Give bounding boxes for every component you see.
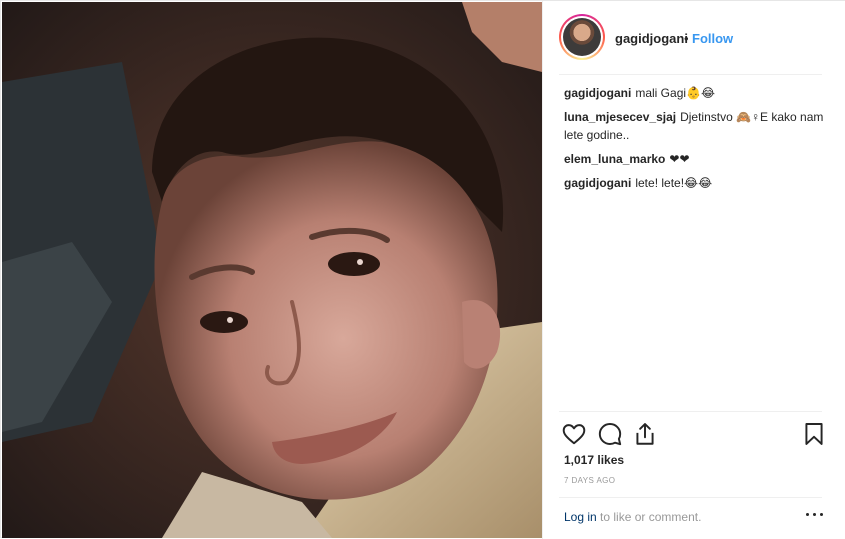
login-prompt: Log in to like or comment. xyxy=(564,510,701,524)
instagram-post: gagidjogani • Follow gagidjogani mali Gag… xyxy=(0,0,845,539)
username-link[interactable]: gagidjogani xyxy=(615,31,688,46)
more-options-dot xyxy=(820,513,823,516)
comment-author-link[interactable]: elem_luna_marko xyxy=(564,152,665,166)
comments-list: gagidjogani mali Gagi👶😂 luna_mjesecev_sja… xyxy=(564,84,826,198)
avatar-frame xyxy=(561,16,603,58)
actions-divider xyxy=(559,411,822,412)
header-divider xyxy=(559,74,822,75)
comment-item: elem_luna_marko ❤❤ xyxy=(564,150,826,168)
comment-text: mali Gagi👶😂 xyxy=(635,86,715,100)
like-button[interactable] xyxy=(559,419,589,449)
comment-item: gagidjogani lete! lete!😂😂 xyxy=(564,174,826,192)
separator-dot: • xyxy=(684,31,689,46)
comment-item: luna_mjesecev_sjaj Djetinstvo 🙈♀E kako na… xyxy=(564,108,826,144)
avatar-image xyxy=(563,18,601,56)
login-prompt-text: to like or comment. xyxy=(596,510,702,524)
avatar[interactable] xyxy=(559,14,605,60)
comment-icon xyxy=(598,423,622,446)
more-options-icon xyxy=(806,513,809,516)
more-options-dot xyxy=(813,513,816,516)
post-header: gagidjogani • Follow xyxy=(543,1,845,75)
post-actions xyxy=(559,419,830,449)
login-link[interactable]: Log in xyxy=(564,510,597,524)
comment-text: ❤❤ xyxy=(669,152,690,166)
share-icon xyxy=(636,423,654,445)
post-photo[interactable] xyxy=(2,2,542,538)
comment-author-link[interactable]: luna_mjesecev_sjaj xyxy=(564,110,676,124)
more-options-button[interactable] xyxy=(805,506,825,522)
follow-button[interactable]: Follow xyxy=(692,31,733,46)
share-button[interactable] xyxy=(630,419,660,449)
comment-text: lete! lete!😂😂 xyxy=(635,176,713,190)
post-photo-image xyxy=(2,2,542,538)
footer-divider xyxy=(559,497,822,498)
comment-item: gagidjogani mali Gagi👶😂 xyxy=(564,84,826,102)
post-timestamp[interactable]: 7 DAYS AGO xyxy=(564,476,615,485)
comment-button[interactable] xyxy=(595,419,625,449)
save-button[interactable] xyxy=(799,419,829,449)
likes-count[interactable]: 1,017 likes xyxy=(564,453,624,467)
comment-author-link[interactable]: gagidjogani xyxy=(564,176,631,190)
post-details-panel: gagidjogani • Follow gagidjogani mali Gag… xyxy=(542,1,845,539)
comment-author-link[interactable]: gagidjogani xyxy=(564,86,631,100)
bookmark-icon xyxy=(805,423,823,445)
heart-icon xyxy=(562,424,586,445)
